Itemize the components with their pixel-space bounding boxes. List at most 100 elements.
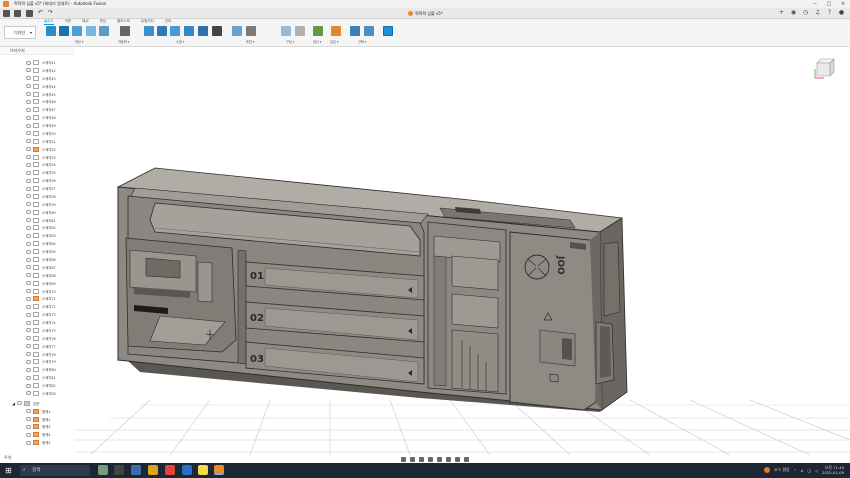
browser-item[interactable]: 스케치68 — [26, 272, 56, 279]
visibility-eye-icon[interactable] — [26, 320, 31, 325]
browser-item[interactable]: 스케치72 — [26, 303, 56, 310]
visibility-eye-icon[interactable] — [26, 328, 31, 333]
browser-item[interactable]: 스케치81 — [26, 374, 56, 381]
group-construct[interactable]: 구성 ▾ — [286, 39, 294, 44]
widgets-icon[interactable] — [98, 465, 108, 475]
move-icon[interactable] — [212, 26, 222, 36]
group-select[interactable]: 선택 ▾ — [358, 39, 366, 44]
plane-at-angle-icon[interactable] — [295, 26, 305, 36]
extrude-icon[interactable] — [72, 26, 82, 36]
visibility-eye-icon[interactable] — [26, 289, 31, 294]
visibility-eye-icon[interactable] — [26, 249, 31, 254]
visibility-eye-icon[interactable] — [26, 107, 31, 112]
visibility-eye-icon[interactable] — [26, 68, 31, 73]
grid-settings-icon[interactable] — [455, 456, 460, 462]
group-create[interactable]: 작성 ▾ — [75, 39, 83, 44]
browser-item[interactable]: 스케치83 — [26, 390, 56, 397]
browser-item[interactable]: 스케치48 — [26, 114, 56, 121]
group-modify[interactable]: 수정 ▾ — [176, 39, 184, 44]
visibility-eye-icon[interactable] — [26, 76, 31, 81]
tab-utilities[interactable]: 유틸리티 — [141, 19, 154, 25]
browser-item[interactable]: 스케치57 — [26, 185, 56, 192]
new-tab-icon[interactable]: + — [777, 9, 786, 17]
box-icon[interactable] — [99, 26, 109, 36]
visibility-eye-icon[interactable] — [26, 265, 31, 270]
close-button[interactable]: × — [836, 0, 850, 8]
visibility-eye-icon[interactable] — [26, 178, 31, 183]
browser-item[interactable]: 스케치78 — [26, 351, 56, 358]
browser-item[interactable]: 스케치75 — [26, 327, 56, 334]
workspace-selector[interactable]: 디자인 ▾ — [4, 26, 36, 39]
clock[interactable]: 오전 11:45 2025-01-09 — [822, 465, 844, 475]
tab-manage[interactable]: 관리 — [165, 19, 171, 25]
visibility-eye-icon[interactable] — [26, 312, 31, 317]
visibility-eye-icon[interactable] — [26, 170, 31, 175]
browser-item[interactable]: 스케치42 — [26, 67, 56, 74]
look-at-icon[interactable] — [410, 456, 415, 462]
measure-icon[interactable] — [313, 26, 323, 36]
group-assemble[interactable]: 조립 ▾ — [246, 39, 254, 44]
visibility-eye-icon[interactable] — [26, 225, 31, 230]
browser-item[interactable]: 스케치41 — [26, 59, 56, 66]
visibility-eye-icon[interactable] — [26, 233, 31, 238]
undo-icon[interactable]: ↶ — [38, 9, 43, 16]
browser-item[interactable]: 스케치66 — [26, 256, 56, 263]
visibility-eye-icon[interactable] — [26, 115, 31, 120]
maximize-button[interactable]: □ — [822, 0, 836, 8]
visibility-eye-icon[interactable] — [26, 391, 31, 396]
joint-icon[interactable] — [246, 26, 256, 36]
browser-item[interactable]: 스케치65 — [26, 248, 56, 255]
browser-item[interactable]: 스케치64 — [26, 240, 56, 247]
visibility-eye-icon[interactable] — [26, 155, 31, 160]
create-sketch-icon[interactable] — [59, 26, 69, 36]
browser-item[interactable]: 스케치43 — [26, 75, 56, 82]
browser-item[interactable]: 스케치67 — [26, 264, 56, 271]
network-icon[interactable]: ◫ — [807, 468, 811, 473]
select-icon[interactable] — [383, 26, 393, 36]
browser-item[interactable]: 스케치59 — [26, 201, 56, 208]
visibility-eye-icon[interactable] — [26, 424, 31, 429]
browser-item[interactable]: 스케치54 — [26, 161, 56, 168]
combine-icon[interactable] — [198, 26, 208, 36]
orbit-icon[interactable] — [401, 456, 406, 462]
browser-item[interactable]: 스케치74 — [26, 319, 56, 326]
browser-item[interactable]: 스케치63 — [26, 232, 56, 239]
browser-item[interactable]: 스케치79 — [26, 358, 56, 365]
file-explorer-icon[interactable] — [148, 465, 158, 475]
browser-item[interactable]: 스케치50 — [26, 130, 56, 137]
view-cube[interactable] — [812, 55, 838, 81]
tab-surface[interactable]: 곡면 — [65, 19, 71, 25]
browser-item[interactable]: 스케치49 — [26, 122, 56, 129]
shell-icon[interactable] — [184, 26, 194, 36]
browser-body-item[interactable]: 몸체2 — [26, 416, 50, 423]
visibility-eye-icon[interactable] — [26, 409, 31, 414]
browser-item[interactable]: 스케치60 — [26, 209, 56, 216]
browser-item[interactable]: 스케치61 — [26, 217, 56, 224]
collapse-arrow-icon[interactable]: ◢ — [12, 401, 15, 406]
redo-icon[interactable]: ↷ — [48, 9, 53, 16]
browser-item[interactable]: 스케치62 — [26, 224, 56, 231]
visibility-eye-icon[interactable] — [26, 92, 31, 97]
browser-item[interactable]: 스케치58 — [26, 193, 56, 200]
notifications-icon[interactable]: ♫ — [813, 9, 822, 17]
visibility-eye-icon[interactable] — [26, 257, 31, 262]
viewports-icon[interactable] — [464, 456, 469, 462]
new-component-icon[interactable] — [46, 26, 56, 36]
browser-item[interactable]: 스케치51 — [26, 138, 56, 145]
job-status-icon[interactable]: ◷ — [801, 9, 810, 17]
visibility-eye-icon[interactable] — [26, 84, 31, 89]
visibility-eye-icon[interactable] — [26, 273, 31, 278]
visibility-eye-icon[interactable] — [26, 99, 31, 104]
start-icon[interactable]: ⊞ — [5, 466, 12, 475]
visibility-eye-icon[interactable] — [26, 375, 31, 380]
tab-plastic[interactable]: 플라스틱 — [117, 19, 130, 25]
browser-item[interactable]: 스케치46 — [26, 98, 56, 105]
task-view-icon[interactable] — [114, 465, 124, 475]
minimize-button[interactable]: − — [808, 0, 822, 8]
browser-item[interactable]: 스케치53 — [26, 154, 56, 161]
browser-item[interactable]: 스케치44 — [26, 83, 56, 90]
visibility-eye-icon[interactable] — [26, 304, 31, 309]
tab-sheet-metal[interactable]: 판금 — [100, 19, 106, 25]
browser-item[interactable]: 스케치52 — [26, 146, 56, 153]
visibility-eye-icon[interactable] — [26, 123, 31, 128]
